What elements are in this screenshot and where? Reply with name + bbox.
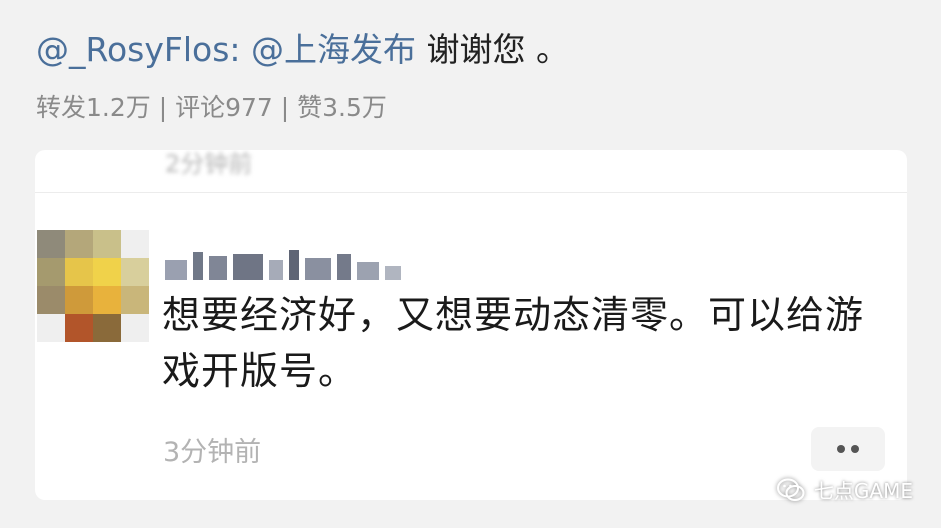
watermark-text: 七点GAME: [813, 479, 913, 503]
repost-text: 谢谢您 。: [416, 30, 570, 69]
dot-icon: [851, 445, 859, 453]
comment-card: 2分钟前 想要经济好，又想要动态清零。可以给游戏开版号。 3分钟前: [35, 150, 907, 500]
previous-comment-time: 2分钟前: [165, 150, 253, 178]
username-blurred[interactable]: [165, 242, 401, 280]
repost-count[interactable]: 转发1.2万: [36, 93, 151, 122]
user-mention[interactable]: @_RosyFlos: [36, 30, 229, 69]
divider: [35, 192, 907, 193]
comment-text: 想要经济好，又想要动态清零。可以给游戏开版号。: [162, 293, 865, 393]
repost-line: @_RosyFlos: @上海发布 谢谢您 。: [36, 28, 569, 72]
stats-separator: |: [150, 93, 176, 122]
like-count[interactable]: 赞3.5万: [297, 93, 387, 122]
wechat-icon: [776, 478, 805, 501]
avatar[interactable]: [37, 230, 149, 342]
dot-icon: [837, 445, 845, 453]
more-options-button[interactable]: [811, 427, 885, 471]
post-stats: 转发1.2万 | 评论977 | 赞3.5万: [36, 91, 387, 125]
comment-count[interactable]: 评论977: [175, 93, 273, 122]
target-mention[interactable]: @上海发布: [251, 30, 416, 69]
watermark: 七点GAME: [776, 475, 913, 504]
comment-time: 3分钟前: [163, 437, 262, 468]
stats-separator: |: [272, 93, 298, 122]
mention-colon: :: [229, 30, 252, 69]
